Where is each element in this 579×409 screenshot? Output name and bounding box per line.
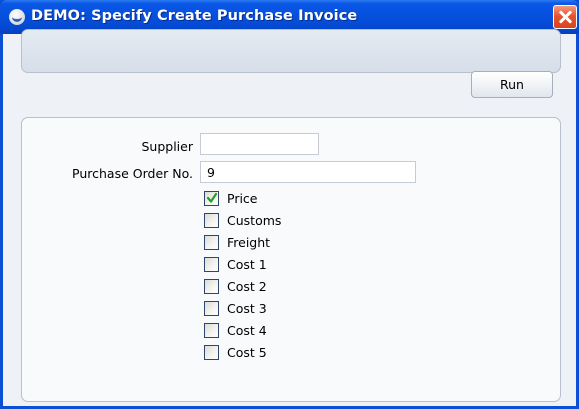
window-title: DEMO: Specify Create Purchase Invoice — [31, 8, 358, 24]
checkmark-icon — [207, 192, 217, 203]
purchase-order-label: Purchase Order No. — [72, 166, 193, 181]
checkbox-label-customs: Customs — [227, 213, 282, 228]
checkbox-customs[interactable] — [204, 213, 219, 228]
checkbox-cost-5[interactable] — [204, 345, 219, 360]
supplier-field[interactable] — [200, 133, 319, 155]
supplier-label: Supplier — [141, 139, 193, 154]
checkbox-cost-3[interactable] — [204, 301, 219, 316]
checkbox-cost-2[interactable] — [204, 279, 219, 294]
dialog-window: DEMO: Specify Create Purchase Invoice Ru… — [0, 0, 579, 409]
checkbox-label-cost-1: Cost 1 — [227, 257, 267, 272]
checkbox-label-price: Price — [227, 191, 258, 206]
checkbox-label-cost-3: Cost 3 — [227, 301, 267, 316]
purchase-order-field[interactable] — [200, 161, 416, 183]
checkbox-label-freight: Freight — [227, 235, 271, 250]
run-button[interactable]: Run — [471, 71, 553, 98]
checkbox-cost-1[interactable] — [204, 257, 219, 272]
checkbox-label-cost-5: Cost 5 — [227, 345, 267, 360]
checkbox-cost-4[interactable] — [204, 323, 219, 338]
checkbox-freight[interactable] — [204, 235, 219, 250]
form-panel — [21, 117, 561, 402]
checkbox-label-cost-4: Cost 4 — [227, 323, 267, 338]
app-logo-icon — [9, 9, 25, 25]
checkbox-price[interactable] — [204, 191, 219, 206]
toolbar-panel — [21, 29, 561, 73]
close-button[interactable] — [553, 5, 577, 29]
checkbox-label-cost-2: Cost 2 — [227, 279, 267, 294]
